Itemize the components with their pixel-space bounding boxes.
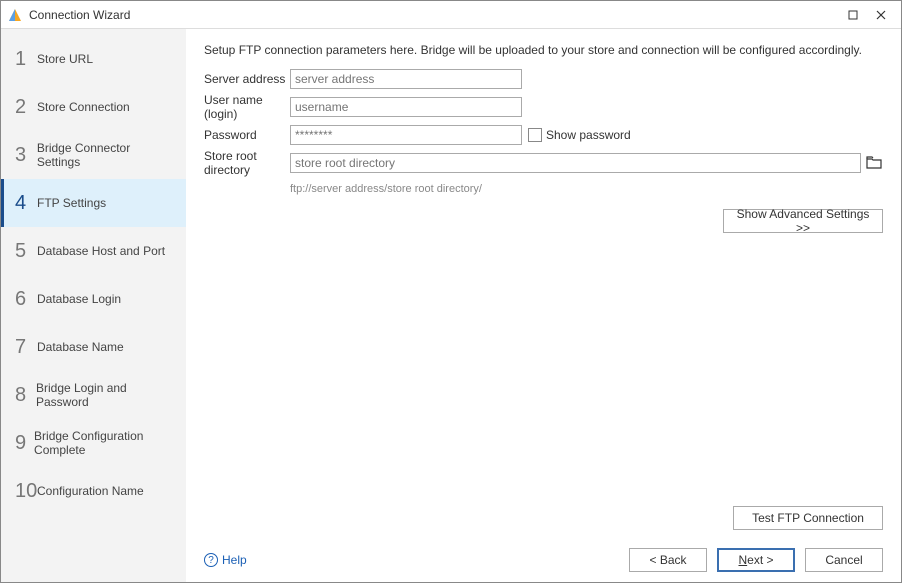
maximize-button[interactable]	[839, 5, 867, 25]
back-button[interactable]: < Back	[629, 548, 707, 572]
row-password: Password Show password	[204, 125, 883, 145]
browse-folder-icon[interactable]	[865, 154, 883, 172]
row-username: User name (login)	[204, 93, 883, 121]
help-icon: ?	[204, 553, 218, 567]
step-database-host-port[interactable]: 5Database Host and Port	[1, 227, 186, 275]
row-server-address: Server address	[204, 69, 883, 89]
input-username[interactable]	[290, 97, 522, 117]
label-server-address: Server address	[204, 72, 290, 86]
main-panel: Setup FTP connection parameters here. Br…	[186, 29, 901, 582]
step-database-login[interactable]: 6Database Login	[1, 275, 186, 323]
step-store-connection[interactable]: 2Store Connection	[1, 83, 186, 131]
input-password[interactable]	[290, 125, 522, 145]
label-username: User name (login)	[204, 93, 290, 121]
step-bridge-login-password[interactable]: 8Bridge Login and Password	[1, 371, 186, 419]
window-title: Connection Wizard	[29, 8, 839, 22]
path-hint: ftp://server address/store root director…	[290, 183, 883, 195]
step-ftp-settings[interactable]: 4FTP Settings	[1, 179, 186, 227]
connection-wizard-window: Connection Wizard 1Store URL 2Store Conn…	[0, 0, 902, 583]
titlebar: Connection Wizard	[1, 1, 901, 29]
test-row: Test FTP Connection	[204, 506, 883, 530]
next-label-rest: ext >	[747, 553, 773, 567]
description-text: Setup FTP connection parameters here. Br…	[204, 43, 883, 57]
cancel-button[interactable]: Cancel	[805, 548, 883, 572]
app-icon	[7, 7, 23, 23]
help-link[interactable]: ? Help	[204, 553, 247, 567]
footer: ? Help < Back Next > Cancel	[204, 540, 883, 572]
footer-buttons: < Back Next > Cancel	[629, 548, 883, 572]
label-show-password: Show password	[546, 128, 631, 142]
next-button[interactable]: Next >	[717, 548, 795, 572]
body: 1Store URL 2Store Connection 3Bridge Con…	[1, 29, 901, 582]
label-store-root: Store root directory	[204, 149, 290, 177]
step-store-url[interactable]: 1Store URL	[1, 35, 186, 83]
show-advanced-button[interactable]: Show Advanced Settings >>	[723, 209, 883, 233]
input-store-root[interactable]	[290, 153, 861, 173]
step-bridge-connector-settings[interactable]: 3Bridge Connector Settings	[1, 131, 186, 179]
row-store-root: Store root directory	[204, 149, 883, 177]
help-label: Help	[222, 553, 247, 567]
label-password: Password	[204, 128, 290, 142]
test-ftp-button[interactable]: Test FTP Connection	[733, 506, 883, 530]
step-bridge-config-complete[interactable]: 9Bridge Configuration Complete	[1, 419, 186, 467]
checkbox-show-password[interactable]	[528, 128, 542, 142]
input-server-address[interactable]	[290, 69, 522, 89]
wizard-sidebar: 1Store URL 2Store Connection 3Bridge Con…	[1, 29, 186, 582]
show-password-wrap[interactable]: Show password	[528, 128, 631, 142]
spacer	[204, 233, 883, 506]
step-configuration-name[interactable]: 10Configuration Name	[1, 467, 186, 515]
close-button[interactable]	[867, 5, 895, 25]
step-database-name[interactable]: 7Database Name	[1, 323, 186, 371]
advanced-row: Show Advanced Settings >>	[204, 209, 883, 233]
